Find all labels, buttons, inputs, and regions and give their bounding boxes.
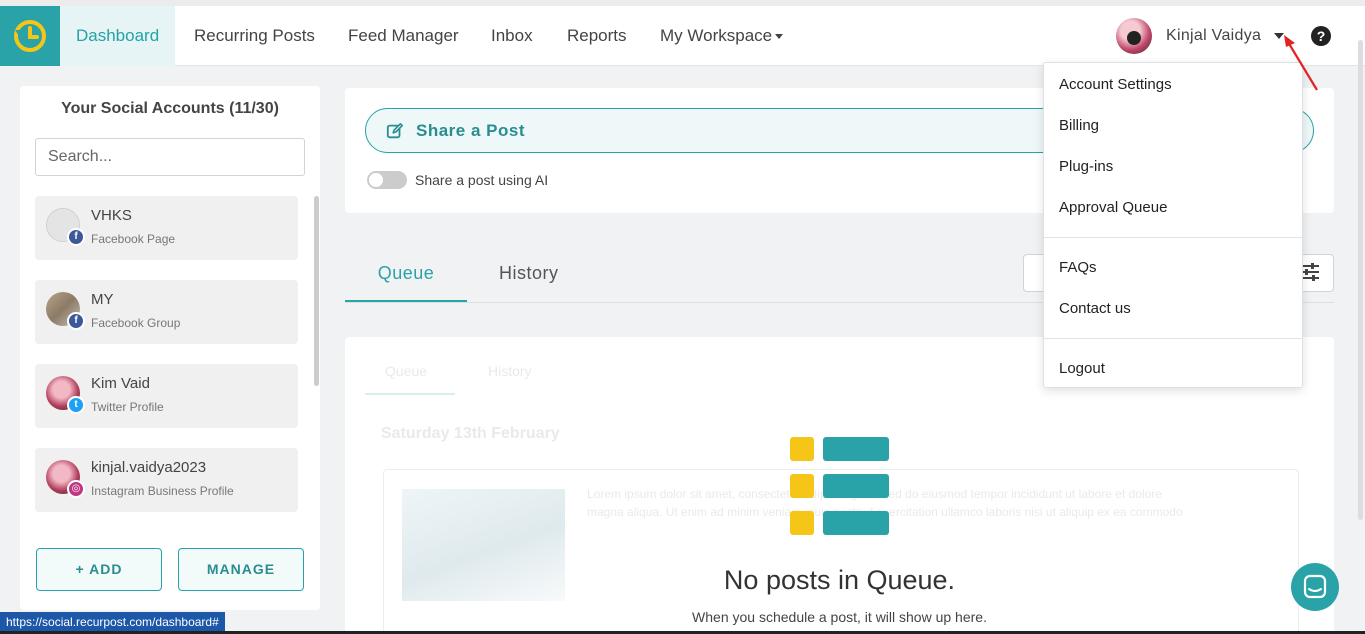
account-search-input[interactable] (35, 138, 305, 176)
empty-queue-list-icon (790, 437, 889, 535)
nav-recurring-posts[interactable]: Recurring Posts (178, 6, 331, 66)
ai-share-toggle-label: Share a post using AI (415, 172, 549, 188)
menu-item-logout[interactable]: Logout (1059, 360, 1105, 377)
menu-item-approval-queue[interactable]: Approval Queue (1059, 199, 1167, 216)
recurpost-logo[interactable] (0, 6, 60, 66)
sidebar-scrollbar[interactable] (314, 196, 319, 386)
instagram-icon: ◎ (67, 480, 85, 498)
menu-item-billing[interactable]: Billing (1059, 117, 1099, 134)
account-item-my[interactable]: f MY Facebook Group (35, 280, 298, 344)
ghost-tab-history: History (488, 363, 532, 379)
account-type: Twitter Profile (91, 400, 164, 414)
user-avatar[interactable] (1116, 18, 1152, 54)
account-type: Facebook Group (91, 316, 181, 330)
menu-divider (1044, 338, 1302, 339)
add-account-button[interactable]: + ADD (36, 548, 162, 591)
chat-support-button[interactable] (1291, 563, 1339, 611)
tab-history[interactable]: History (499, 244, 559, 302)
sidebar-title: Your Social Accounts (11/30) (61, 100, 279, 117)
nav-inbox[interactable]: Inbox (475, 6, 549, 66)
ghost-tab-queue: Queue (385, 363, 428, 379)
browser-status-url: https://social.recurpost.com/dashboard# (0, 612, 225, 632)
top-navbar: Dashboard Recurring Posts Feed Manager I… (0, 6, 1365, 66)
menu-item-faqs[interactable]: FAQs (1059, 259, 1097, 276)
menu-item-plugins[interactable]: Plug-ins (1059, 158, 1113, 175)
ai-share-toggle[interactable] (367, 171, 407, 189)
manage-accounts-button[interactable]: MANAGE (178, 548, 304, 591)
nav-reports[interactable]: Reports (551, 6, 643, 66)
sliders-icon[interactable] (1300, 262, 1320, 282)
account-name: MY (91, 291, 114, 308)
plus-icon: + (75, 561, 90, 577)
empty-queue-title: No posts in Queue. (723, 565, 956, 595)
account-name: VHKS (91, 207, 132, 224)
account-name: Kim Vaid (91, 375, 150, 392)
social-accounts-sidebar: Your Social Accounts (11/30) f VHKS Face… (20, 86, 320, 610)
ghost-tab-underline (365, 393, 455, 395)
add-account-label: ADD (89, 561, 123, 577)
clock-logo-icon (14, 20, 46, 52)
nav-feed-manager[interactable]: Feed Manager (332, 6, 475, 66)
chat-icon (1303, 574, 1327, 599)
menu-divider (1044, 237, 1302, 238)
nav-my-workspace[interactable]: My Workspace (644, 6, 799, 66)
account-type: Facebook Page (91, 232, 176, 246)
account-item-kim-vaid[interactable]: t Kim Vaid Twitter Profile (35, 364, 298, 428)
user-dropdown-menu: Account Settings Billing Plug-ins Approv… (1043, 62, 1303, 388)
edit-icon (386, 122, 404, 139)
account-type: Instagram Business Profile (91, 484, 234, 498)
empty-queue-subtitle: When you schedule a post, it will show u… (692, 609, 987, 625)
ghost-date: Saturday 13th February (381, 425, 560, 442)
nav-my-workspace-label: My Workspace (660, 26, 773, 45)
nav-dashboard[interactable]: Dashboard (60, 6, 176, 66)
page-scrollbar[interactable] (1358, 40, 1363, 520)
twitter-icon: t (67, 396, 85, 414)
menu-item-contact-us[interactable]: Contact us (1059, 300, 1131, 317)
account-item-kinjal-vaidya2023[interactable]: ◎ kinjal.vaidya2023 Instagram Business P… (35, 448, 298, 512)
menu-item-account-settings[interactable]: Account Settings (1059, 76, 1172, 93)
user-name[interactable]: Kinjal Vaidya (1166, 6, 1261, 66)
facebook-icon: f (67, 228, 85, 246)
account-item-vhks[interactable]: f VHKS Facebook Page (35, 196, 298, 260)
share-post-label: Share a Post (416, 121, 525, 140)
facebook-icon: f (67, 312, 85, 330)
account-name: kinjal.vaidya2023 (91, 459, 207, 476)
chevron-down-icon (775, 34, 784, 40)
red-annotation-arrow-icon (1284, 35, 1318, 91)
tab-queue[interactable]: Queue (345, 244, 467, 302)
